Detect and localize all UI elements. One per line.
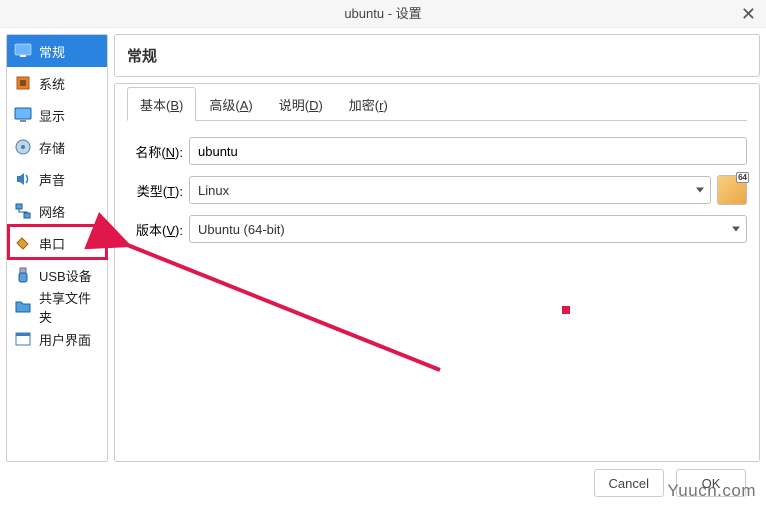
form-basic: 名称(N): 类型(T): Linux bbox=[127, 121, 747, 243]
settings-panel: 基本(B) 高级(A) 说明(D) 加密(r) 名称(N): bbox=[114, 83, 760, 462]
network-icon bbox=[14, 202, 32, 220]
sidebar-item-serial[interactable]: 串口 bbox=[7, 227, 107, 259]
watermark: Yuucn.com bbox=[667, 481, 756, 501]
sidebar-item-network[interactable]: 网络 bbox=[7, 195, 107, 227]
version-label: 版本(V): bbox=[127, 220, 183, 239]
sidebar-item-label: 串口 bbox=[39, 234, 65, 253]
folder-icon bbox=[14, 298, 32, 316]
sidebar-item-general[interactable]: 常规 bbox=[7, 35, 107, 67]
sidebar-item-label: 存储 bbox=[39, 138, 65, 157]
sidebar-item-usb[interactable]: USB设备 bbox=[7, 259, 107, 291]
page-title: 常规 bbox=[114, 34, 760, 77]
main-panel: 常规 基本(B) 高级(A) 说明(D) 加密(r) 名 bbox=[114, 34, 760, 462]
disk-icon bbox=[14, 138, 32, 156]
cancel-button[interactable]: Cancel bbox=[594, 469, 664, 497]
titlebar: ubuntu - 设置 ✕ bbox=[0, 0, 766, 28]
speaker-icon bbox=[14, 170, 32, 188]
os-icon bbox=[717, 175, 747, 205]
sidebar-item-label: 网络 bbox=[39, 202, 65, 221]
chevron-down-icon bbox=[696, 188, 704, 193]
window-title: ubuntu - 设置 bbox=[344, 6, 421, 21]
sidebar-item-system[interactable]: 系统 bbox=[7, 67, 107, 99]
sidebar: 常规 系统 显示 存储 声音 bbox=[6, 34, 108, 462]
sidebar-item-shared[interactable]: 共享文件夹 bbox=[7, 291, 107, 323]
tab-bar: 基本(B) 高级(A) 说明(D) 加密(r) bbox=[127, 87, 747, 121]
sidebar-item-audio[interactable]: 声音 bbox=[7, 163, 107, 195]
sidebar-item-display[interactable]: 显示 bbox=[7, 99, 107, 131]
sidebar-item-label: 显示 bbox=[39, 106, 65, 125]
tab-encryption[interactable]: 加密(r) bbox=[336, 87, 401, 121]
type-label: 类型(T): bbox=[127, 181, 183, 200]
sidebar-item-storage[interactable]: 存储 bbox=[7, 131, 107, 163]
window-icon bbox=[14, 330, 32, 348]
sidebar-item-label: 共享文件夹 bbox=[39, 288, 100, 326]
sidebar-item-label: 常规 bbox=[39, 42, 65, 61]
sidebar-item-label: USB设备 bbox=[39, 266, 92, 285]
name-input[interactable] bbox=[189, 137, 747, 165]
type-select[interactable]: Linux bbox=[189, 176, 711, 204]
sidebar-item-label: 用户界面 bbox=[39, 330, 91, 349]
display-icon bbox=[14, 106, 32, 124]
tab-description[interactable]: 说明(D) bbox=[266, 87, 336, 121]
chevron-down-icon bbox=[732, 227, 740, 232]
type-select-value: Linux bbox=[198, 183, 229, 198]
chip-icon bbox=[14, 74, 32, 92]
name-label: 名称(N): bbox=[127, 142, 183, 161]
monitor-icon bbox=[14, 42, 32, 60]
version-select-value: Ubuntu (64-bit) bbox=[198, 222, 285, 237]
tab-advanced[interactable]: 高级(A) bbox=[196, 87, 265, 121]
usb-icon bbox=[14, 266, 32, 284]
plug-icon bbox=[14, 234, 32, 252]
sidebar-item-label: 系统 bbox=[39, 74, 65, 93]
sidebar-item-ui[interactable]: 用户界面 bbox=[7, 323, 107, 355]
sidebar-item-label: 声音 bbox=[39, 170, 65, 189]
version-select[interactable]: Ubuntu (64-bit) bbox=[189, 215, 747, 243]
tab-basic[interactable]: 基本(B) bbox=[127, 87, 196, 121]
close-icon[interactable]: ✕ bbox=[741, 2, 756, 26]
